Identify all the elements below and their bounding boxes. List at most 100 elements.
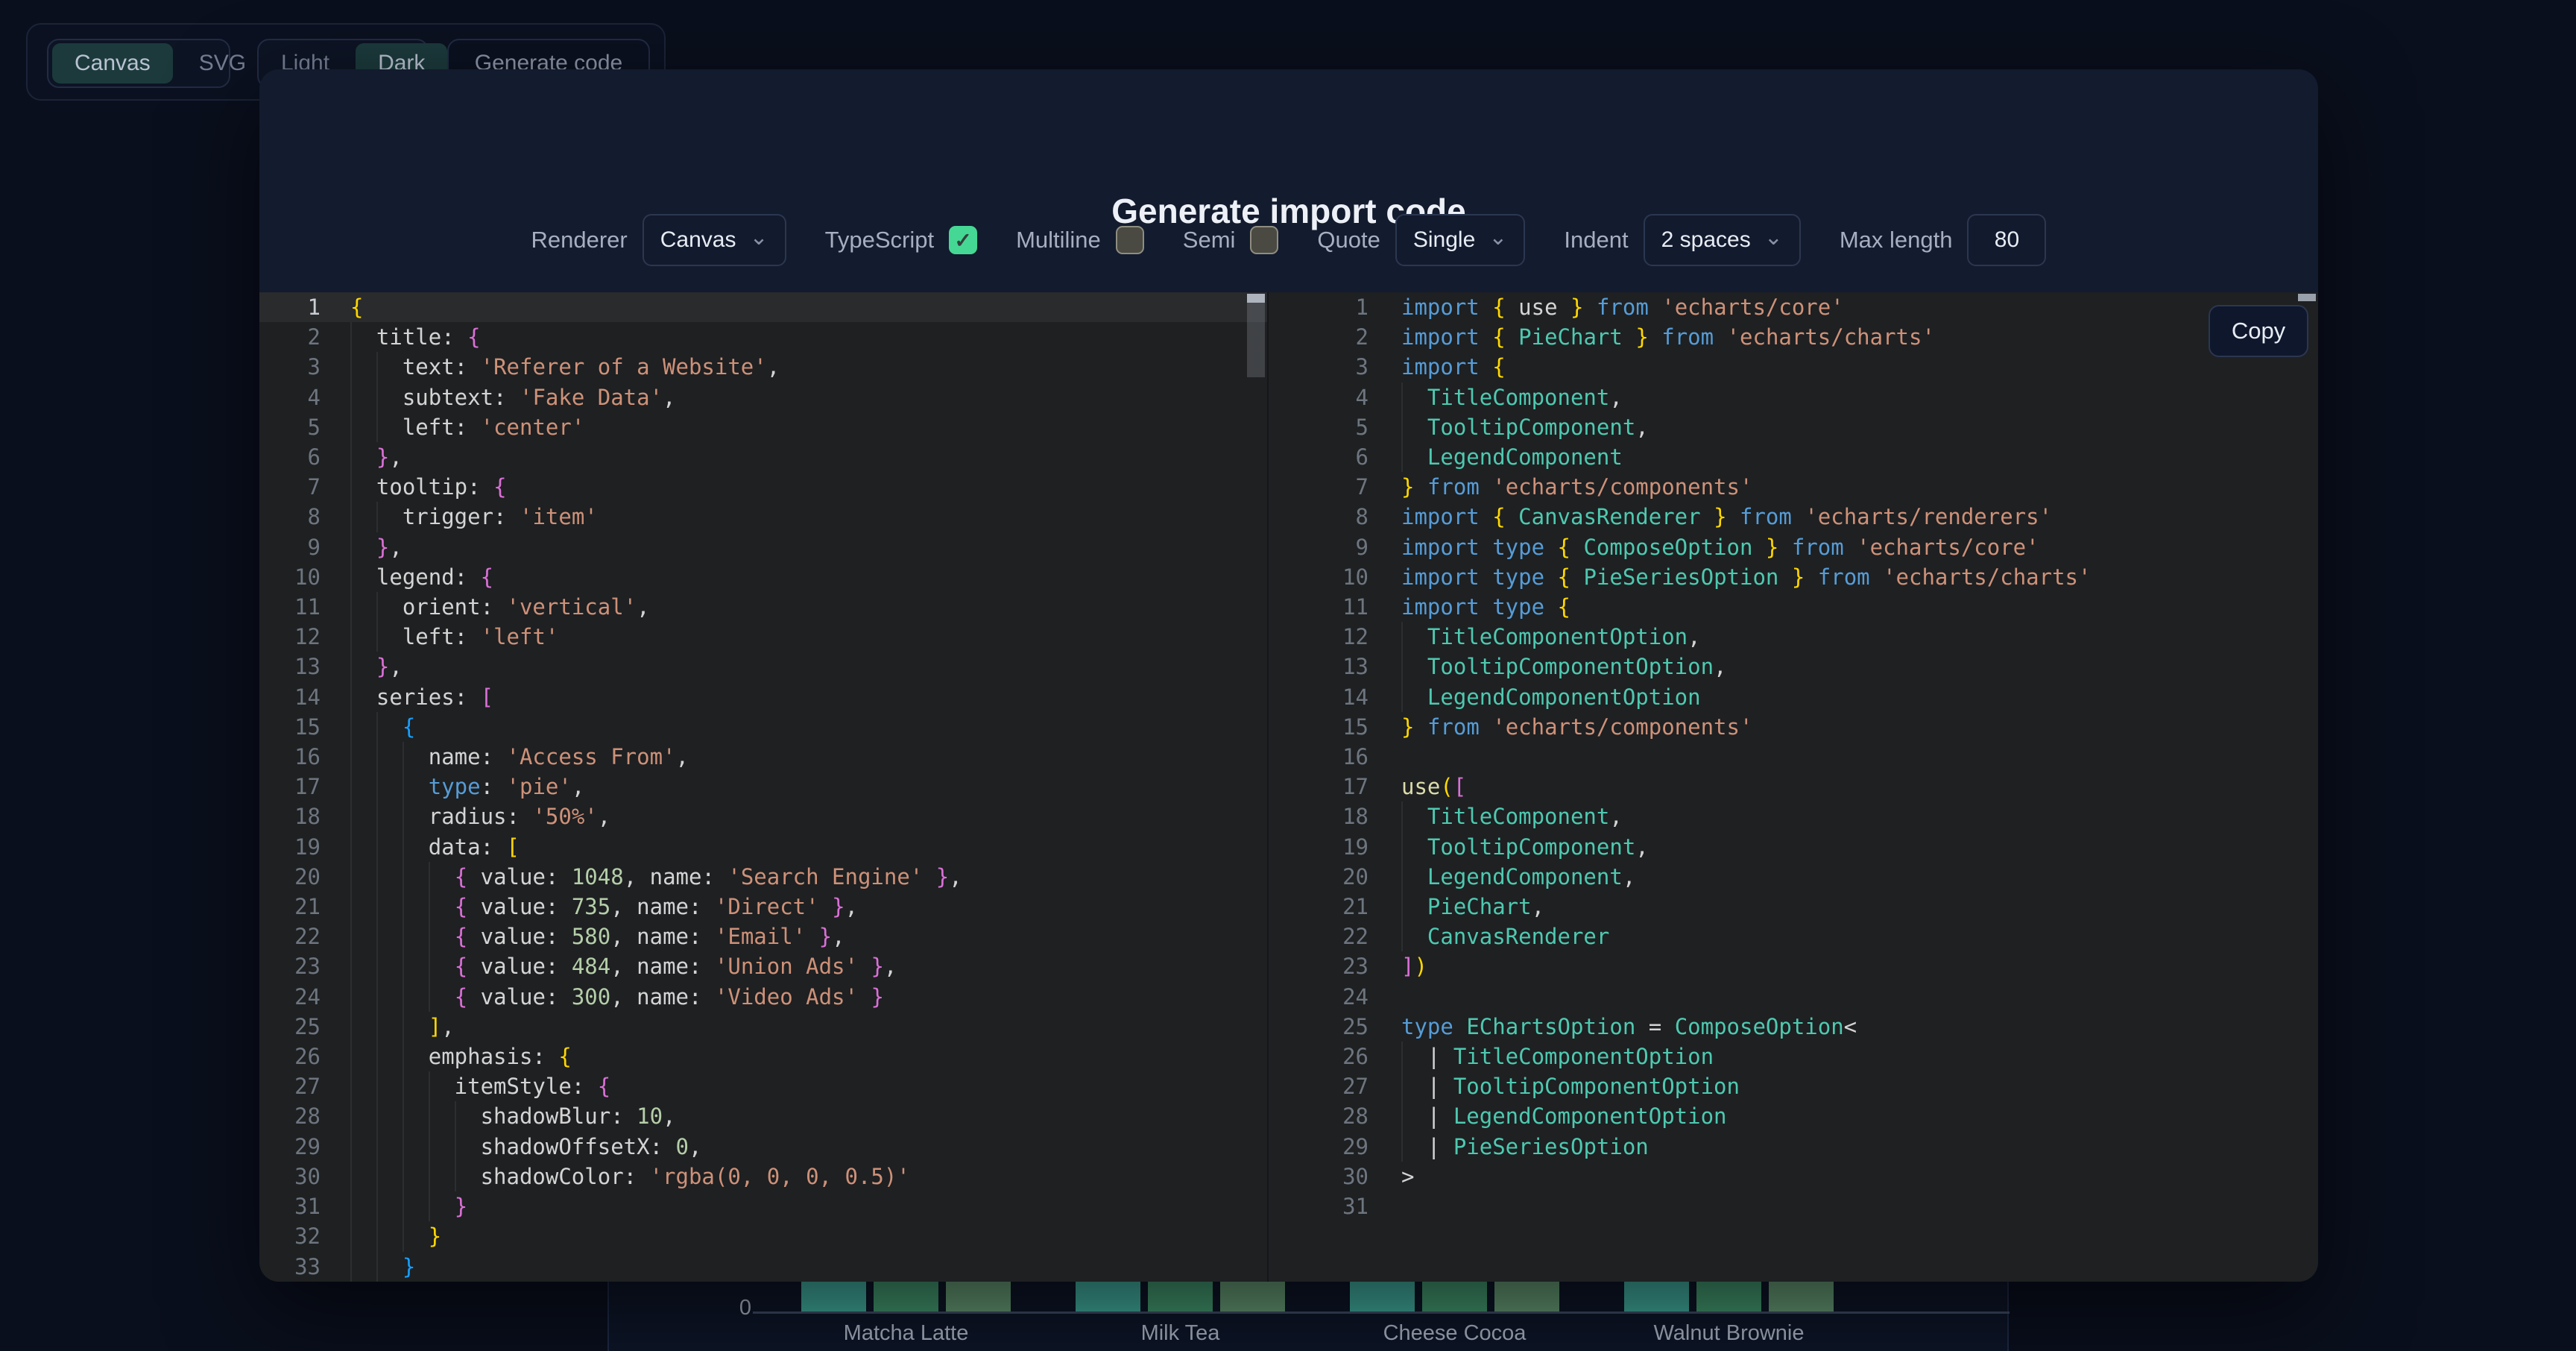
chart-bar (946, 1281, 1011, 1311)
line-number: 6 (259, 442, 350, 472)
left-editor-scrollbar[interactable] (1247, 294, 1265, 377)
code-line[interactable]: 25type EChartsOption = ComposeOption< (1269, 1012, 2318, 1042)
code-line[interactable]: 21 { value: 735, name: 'Direct' }, (259, 892, 1267, 922)
line-number: 1 (1269, 292, 1401, 322)
code-line[interactable]: 4 TitleComponent, (1269, 382, 2318, 412)
code-line[interactable]: 24 { value: 300, name: 'Video Ads' } (259, 982, 1267, 1012)
code-line[interactable]: 27 itemStyle: { (259, 1071, 1267, 1101)
renderer-select[interactable]: Canvas ⌄ (643, 214, 786, 266)
line-number: 24 (259, 982, 350, 1012)
option-editor[interactable]: 1{2 title: {3 text: 'Referer of a Websit… (259, 292, 1267, 1282)
line-number: 27 (259, 1071, 350, 1101)
code-line[interactable]: 2 title: { (259, 322, 1267, 352)
code-line[interactable]: 24 (1269, 982, 2318, 1012)
line-number: 21 (1269, 892, 1401, 922)
code-line[interactable]: 7 tooltip: { (259, 472, 1267, 502)
right-editor-scrollbar[interactable] (2298, 294, 2316, 301)
code-editors: 1{2 title: {3 text: 'Referer of a Websit… (259, 292, 2318, 1282)
code-line[interactable]: 6 }, (259, 442, 1267, 472)
chart-category-label: Cheese Cocoa (1321, 1321, 1589, 1346)
code-line[interactable]: 17 type: 'pie', (259, 772, 1267, 802)
semi-checkbox[interactable]: ✓ (1250, 226, 1278, 254)
code-line[interactable]: 5 TooltipComponent, (1269, 412, 2318, 442)
code-line[interactable]: 20 { value: 1048, name: 'Search Engine' … (259, 862, 1267, 892)
code-line[interactable]: 28 shadowBlur: 10, (259, 1101, 1267, 1131)
line-number: 7 (1269, 472, 1401, 502)
max-length-input[interactable]: 80 (1967, 214, 2046, 266)
quote-value: Single (1413, 227, 1475, 253)
code-line[interactable]: 7} from 'echarts/components' (1269, 472, 2318, 502)
code-line[interactable]: 23 { value: 484, name: 'Union Ads' }, (259, 951, 1267, 981)
code-line[interactable]: 4 subtext: 'Fake Data', (259, 382, 1267, 412)
code-line[interactable]: 23]) (1269, 951, 2318, 981)
code-line[interactable]: 26 emphasis: { (259, 1042, 1267, 1071)
code-line[interactable]: 19 TooltipComponent, (1269, 832, 2318, 862)
code-line[interactable]: 15} from 'echarts/components' (1269, 712, 2318, 742)
code-line[interactable]: 12 left: 'left' (259, 622, 1267, 652)
code-line[interactable]: 20 LegendComponent, (1269, 862, 2318, 892)
code-line[interactable]: 18 TitleComponent, (1269, 802, 2318, 831)
code-line[interactable]: 11 orient: 'vertical', (259, 592, 1267, 622)
indent-select[interactable]: 2 spaces ⌄ (1644, 214, 1801, 266)
code-line[interactable]: 16 name: 'Access From', (259, 742, 1267, 772)
code-line[interactable]: 10 legend: { (259, 562, 1267, 592)
code-line[interactable]: 17use([ (1269, 772, 2318, 802)
code-line[interactable]: 15 { (259, 712, 1267, 742)
code-line[interactable]: 9import type { ComposeOption } from 'ech… (1269, 532, 2318, 562)
code-line[interactable]: 27 | TooltipComponentOption (1269, 1071, 2318, 1101)
line-number: 31 (259, 1191, 350, 1221)
code-line[interactable]: 16 (1269, 742, 2318, 772)
multiline-checkbox[interactable]: ✓ (1116, 226, 1144, 254)
code-line[interactable]: 1import { use } from 'echarts/core' (1269, 292, 2318, 322)
code-line[interactable]: 31 (1269, 1191, 2318, 1221)
code-line[interactable]: 29 | PieSeriesOption (1269, 1132, 2318, 1162)
line-number: 4 (259, 382, 350, 412)
code-line[interactable]: 21 PieChart, (1269, 892, 2318, 922)
code-line[interactable]: 22 CanvasRenderer (1269, 922, 2318, 951)
code-line[interactable]: 13 TooltipComponentOption, (1269, 652, 2318, 681)
code-line[interactable]: 11import type { (1269, 592, 2318, 622)
code-line[interactable]: 29 shadowOffsetX: 0, (259, 1132, 1267, 1162)
line-number: 29 (259, 1132, 350, 1162)
generated-code-editor[interactable]: 1import { use } from 'echarts/core'2impo… (1269, 292, 2318, 1282)
line-number: 30 (259, 1162, 350, 1191)
chart-bar (874, 1281, 938, 1311)
code-line[interactable]: 32 } (259, 1221, 1267, 1251)
quote-select[interactable]: Single ⌄ (1395, 214, 1526, 266)
renderer-option-canvas[interactable]: Canvas (52, 43, 173, 84)
code-line[interactable]: 5 left: 'center' (259, 412, 1267, 442)
code-line[interactable]: 14 series: [ (259, 682, 1267, 712)
code-line[interactable]: 14 LegendComponentOption (1269, 682, 2318, 712)
chart-bar (1769, 1281, 1834, 1311)
line-number: 33 (259, 1252, 350, 1282)
code-line[interactable]: 19 data: [ (259, 832, 1267, 862)
code-line[interactable]: 2import { PieChart } from 'echarts/chart… (1269, 322, 2318, 352)
code-line[interactable]: 18 radius: '50%', (259, 802, 1267, 831)
code-line[interactable]: 3import { (1269, 352, 2318, 382)
code-line[interactable]: 3 text: 'Referer of a Website', (259, 352, 1267, 382)
line-number: 20 (259, 862, 350, 892)
line-number: 14 (259, 682, 350, 712)
code-line[interactable]: 1{ (259, 292, 1267, 322)
code-line[interactable]: 31 } (259, 1191, 1267, 1221)
code-line[interactable]: 25 ], (259, 1012, 1267, 1042)
code-line[interactable]: 26 | TitleComponentOption (1269, 1042, 2318, 1071)
copy-button[interactable]: Copy (2209, 305, 2308, 357)
code-line[interactable]: 12 TitleComponentOption, (1269, 622, 2318, 652)
renderer-field: Renderer Canvas ⌄ (531, 214, 786, 266)
code-line[interactable]: 30 shadowColor: 'rgba(0, 0, 0, 0.5)' (259, 1162, 1267, 1191)
code-line[interactable]: 8 trigger: 'item' (259, 502, 1267, 532)
code-line[interactable]: 6 LegendComponent (1269, 442, 2318, 472)
code-line[interactable]: 9 }, (259, 532, 1267, 562)
line-number: 25 (259, 1012, 350, 1042)
code-line[interactable]: 13 }, (259, 652, 1267, 681)
code-line[interactable]: 8import { CanvasRenderer } from 'echarts… (1269, 502, 2318, 532)
renderer-option-svg[interactable]: SVG (177, 51, 268, 76)
code-line[interactable]: 10import type { PieSeriesOption } from '… (1269, 562, 2318, 592)
code-line[interactable]: 22 { value: 580, name: 'Email' }, (259, 922, 1267, 951)
code-line[interactable]: 33 } (259, 1252, 1267, 1282)
line-number: 9 (259, 532, 350, 562)
typescript-checkbox[interactable]: ✓ (949, 226, 977, 254)
code-line[interactable]: 28 | LegendComponentOption (1269, 1101, 2318, 1131)
code-line[interactable]: 30> (1269, 1162, 2318, 1191)
